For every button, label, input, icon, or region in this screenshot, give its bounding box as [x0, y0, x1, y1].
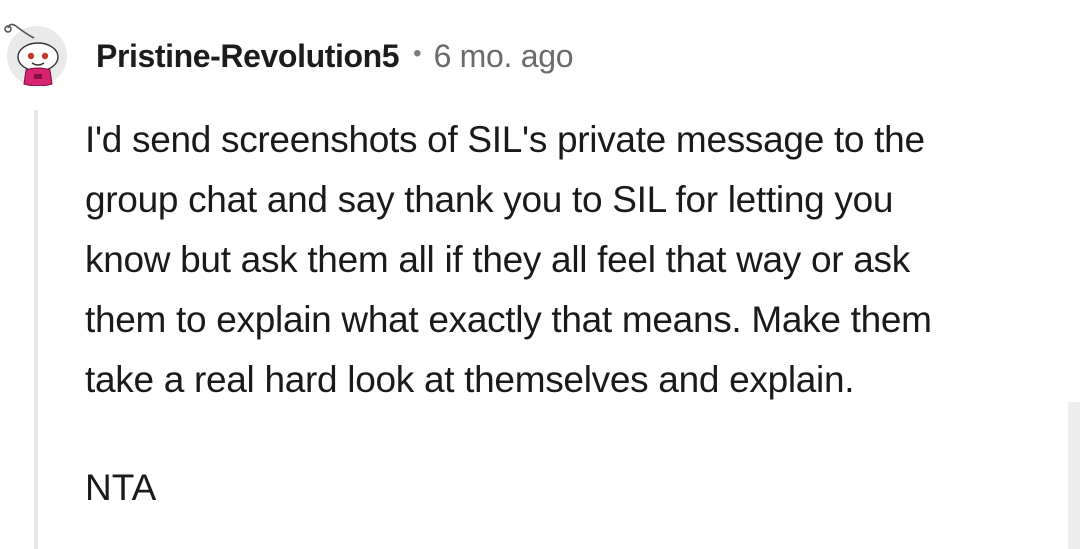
comment-line: take a real hard look at themselves and …: [85, 359, 855, 400]
comment-line: them to explain what exactly that means.…: [85, 299, 932, 340]
author-username[interactable]: Pristine-Revolution5: [96, 38, 400, 75]
comment-line: know but ask them all if they all feel t…: [85, 239, 910, 280]
thread-line[interactable]: [34, 110, 38, 549]
comment: Pristine-Revolution5 • 6 mo. ago I'd sen…: [0, 0, 1080, 549]
comment-verdict: NTA: [85, 467, 157, 508]
comment-line: I'd send screenshots of SIL's private me…: [85, 119, 925, 160]
adjacent-panel-edge: [1068, 402, 1080, 549]
comment-line: group chat and say thank you to SIL for …: [85, 179, 894, 220]
avatar[interactable]: [4, 20, 70, 87]
separator-dot: •: [413, 40, 422, 67]
snoo-avatar-icon: [4, 23, 67, 87]
comment-body: I'd send screenshots of SIL's private me…: [85, 110, 1075, 410]
timestamp: 6 mo. ago: [433, 37, 574, 74]
comment-header: Pristine-Revolution5 • 6 mo. ago: [96, 34, 574, 78]
